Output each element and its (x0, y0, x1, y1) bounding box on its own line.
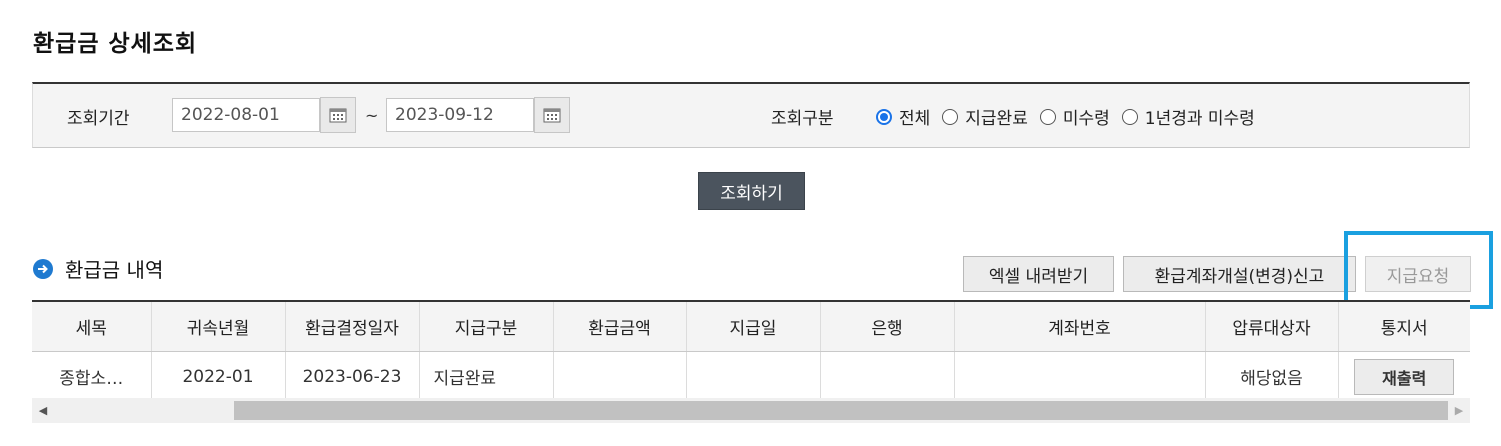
refund-account-button[interactable]: 환급계좌개설(변경)신고 (1123, 256, 1356, 292)
table-cell: 지급완료 (418, 351, 553, 402)
col-header: 은행 (819, 300, 954, 352)
col-header: 환급결정일자 (284, 300, 419, 352)
search-button[interactable]: 조회하기 (698, 172, 805, 210)
type-label: 조회구분 (771, 109, 834, 129)
col-header: 지급일 (685, 300, 820, 352)
start-date-input[interactable]: 2022-08-01 (172, 98, 320, 132)
table-cell (552, 351, 686, 402)
end-calendar-icon[interactable] (534, 97, 570, 133)
radio-unclaimed-1yr-dot[interactable] (1121, 108, 1138, 125)
scroll-left-icon[interactable]: ◀ (32, 398, 54, 423)
table-cell: 2023-06-23 (284, 351, 419, 402)
table-cell: 재출력 (1337, 351, 1470, 402)
scroll-right-icon[interactable]: ▶ (1448, 398, 1470, 423)
col-header: 귀속년월 (150, 300, 285, 352)
period-label: 조회기간 (67, 109, 130, 129)
type-radio-group: 전체 지급완료 미수령 1년경과 미수령 (876, 104, 1267, 129)
date-range-tilde: ~ (365, 106, 379, 125)
col-header: 지급구분 (418, 300, 553, 352)
reprint-button[interactable]: 재출력 (1354, 358, 1455, 395)
table-cell (953, 351, 1205, 402)
radio-unclaimed-1yr[interactable]: 1년경과 미수령 (1121, 104, 1255, 129)
col-header: 세목 (32, 300, 151, 352)
col-header: 환급금액 (552, 300, 686, 352)
search-panel: 조회기간 2022-08-01 ~ 2023-09-12 조회구분 전체 지급완… (32, 82, 1470, 148)
radio-unclaimed-dot[interactable] (1039, 108, 1056, 125)
table-cell (819, 351, 954, 402)
table-header-row: 세목 귀속년월 환급결정일자 지급구분 환급금액 지급일 은행 계좌번호 압류대… (32, 300, 1470, 352)
table-cell (685, 351, 820, 402)
table-cell: 해당없음 (1204, 351, 1338, 402)
table-cell: 2022-01 (150, 351, 285, 402)
radio-paid-dot[interactable] (942, 108, 959, 125)
refund-table: 세목 귀속년월 환급결정일자 지급구분 환급금액 지급일 은행 계좌번호 압류대… (32, 300, 1470, 402)
start-calendar-icon[interactable] (320, 97, 356, 133)
radio-all[interactable]: 전체 (876, 104, 930, 129)
section-title: 환급금 내역 (33, 254, 163, 283)
horizontal-scrollbar[interactable]: ◀ ▶ (32, 398, 1470, 423)
radio-all-dot[interactable] (876, 108, 892, 125)
radio-paid[interactable]: 지급완료 (942, 104, 1028, 129)
radio-unclaimed[interactable]: 미수령 (1039, 104, 1110, 129)
highlight-box (1344, 231, 1493, 309)
end-date-input[interactable]: 2023-09-12 (386, 98, 534, 132)
table-row: 종합소… 2022-01 2023-06-23 지급완료 해당없음 재출력 (32, 351, 1470, 402)
excel-download-button[interactable]: 엑셀 내려받기 (963, 256, 1114, 292)
page-title: 환급금 상세조회 (33, 31, 198, 57)
col-header: 계좌번호 (953, 300, 1205, 352)
col-header: 통지서 (1337, 300, 1470, 352)
col-header: 압류대상자 (1204, 300, 1338, 352)
scrollbar-thumb[interactable] (234, 401, 1448, 420)
section-title-text: 환급금 내역 (65, 258, 164, 282)
table-cell: 종합소… (32, 351, 151, 402)
arrow-right-circle-icon (33, 258, 53, 279)
